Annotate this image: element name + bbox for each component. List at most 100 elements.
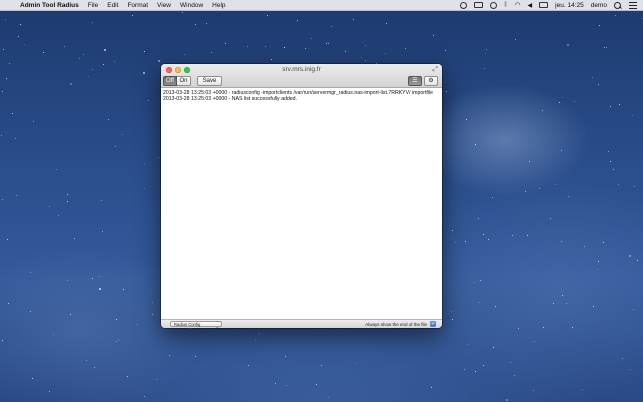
log-view-icon[interactable]: ☰ xyxy=(408,75,422,86)
menu-window[interactable]: Window xyxy=(180,2,203,9)
toolbar: Off On Save ☰ ⚙ xyxy=(163,75,438,86)
star xyxy=(205,23,207,25)
status-menus: ᛒ ◠ ◀ jeu. 14:25 demo xyxy=(459,1,643,9)
star xyxy=(73,237,75,239)
star xyxy=(115,341,117,343)
clock[interactable]: jeu. 14:25 xyxy=(555,2,584,9)
star xyxy=(613,169,615,171)
bluetooth-icon[interactable]: ᛒ xyxy=(504,2,508,8)
star xyxy=(633,185,635,187)
log-line: 2013-03-28 13:25:03 +0000 - NAS list suc… xyxy=(163,96,297,103)
fullscreen-icon[interactable]: ⤢ xyxy=(432,66,438,73)
star xyxy=(561,96,563,98)
star xyxy=(581,388,583,390)
star xyxy=(619,103,621,105)
star xyxy=(636,259,638,261)
star xyxy=(599,25,601,27)
star xyxy=(92,69,94,71)
star xyxy=(511,235,513,237)
star xyxy=(189,327,191,329)
star xyxy=(629,369,631,371)
window-titlebar[interactable]: srv.mrs.inig.fr ⤢ Off On Save ☰ ⚙ xyxy=(161,64,442,88)
star xyxy=(621,357,623,359)
star xyxy=(566,44,569,47)
star xyxy=(483,365,485,367)
log-window: srv.mrs.inig.fr ⤢ Off On Save ☰ ⚙ 2013-0… xyxy=(161,64,442,328)
star xyxy=(386,22,388,24)
star xyxy=(92,277,94,279)
star xyxy=(83,54,85,56)
star xyxy=(562,294,564,296)
star xyxy=(1,199,3,201)
star xyxy=(316,384,318,386)
on-button[interactable]: On xyxy=(177,75,191,86)
volume-icon[interactable]: ◀ xyxy=(528,2,533,9)
star xyxy=(285,384,287,386)
star xyxy=(353,18,355,20)
star xyxy=(617,184,619,186)
star xyxy=(482,234,484,236)
menu-help[interactable]: Help xyxy=(212,2,225,9)
menu-format[interactable]: Format xyxy=(127,2,148,9)
star xyxy=(43,51,45,53)
star xyxy=(182,12,184,13)
star xyxy=(9,62,11,64)
star xyxy=(553,303,555,305)
menu-edit[interactable]: Edit xyxy=(107,2,118,9)
star xyxy=(264,45,266,47)
star xyxy=(66,194,68,196)
time-machine-icon[interactable] xyxy=(489,1,497,9)
toolbar-right: ☰ ⚙ xyxy=(408,75,438,86)
config-popup[interactable]: Radius Config ⌃ ⌄ xyxy=(170,320,222,329)
autoscroll-checkbox[interactable]: ✓ xyxy=(430,321,436,327)
star xyxy=(365,45,367,47)
star xyxy=(468,343,470,345)
app-menu[interactable]: Admin Tool Radius xyxy=(20,2,79,9)
star xyxy=(466,118,468,120)
star xyxy=(143,164,145,166)
star xyxy=(254,339,256,341)
star xyxy=(87,76,89,78)
menu-file[interactable]: File xyxy=(88,2,98,9)
popup-arrows-icon: ⌃ ⌄ xyxy=(215,320,219,329)
battery-icon[interactable] xyxy=(539,2,549,8)
star xyxy=(266,15,268,17)
spotlight-search-icon[interactable] xyxy=(614,1,622,9)
save-button[interactable]: Save xyxy=(197,75,222,86)
star xyxy=(486,49,488,51)
star xyxy=(152,313,154,315)
star xyxy=(33,121,35,123)
wifi-icon[interactable]: ◠ xyxy=(514,1,520,9)
star xyxy=(571,326,573,328)
star xyxy=(158,157,160,159)
star xyxy=(607,151,609,153)
off-button[interactable]: Off xyxy=(163,75,177,86)
star xyxy=(480,279,482,281)
star xyxy=(517,327,519,329)
star xyxy=(107,119,109,121)
star xyxy=(465,241,467,243)
star xyxy=(143,187,145,189)
star xyxy=(506,398,509,401)
star xyxy=(168,355,170,357)
star xyxy=(1,91,3,93)
star xyxy=(32,378,34,380)
star xyxy=(602,241,604,243)
star xyxy=(477,217,479,219)
gear-icon[interactable]: ⚙ xyxy=(424,75,438,86)
star xyxy=(596,268,598,270)
star xyxy=(142,71,145,74)
star xyxy=(6,77,7,79)
star xyxy=(7,239,9,241)
config-popup-value: Radius Config xyxy=(174,321,201,327)
display-mirroring-icon[interactable] xyxy=(473,2,483,8)
star xyxy=(310,37,312,39)
notification-center-icon[interactable] xyxy=(629,1,637,9)
log-text-area[interactable]: 2013-03-28 13:25:03 +0000 - radiusconfig… xyxy=(161,89,442,319)
star xyxy=(143,51,145,53)
server-status-icon[interactable] xyxy=(459,1,467,9)
menu-view[interactable]: View xyxy=(157,2,171,9)
star xyxy=(67,201,69,202)
star xyxy=(364,60,366,62)
user-menu[interactable]: demo xyxy=(591,2,607,9)
